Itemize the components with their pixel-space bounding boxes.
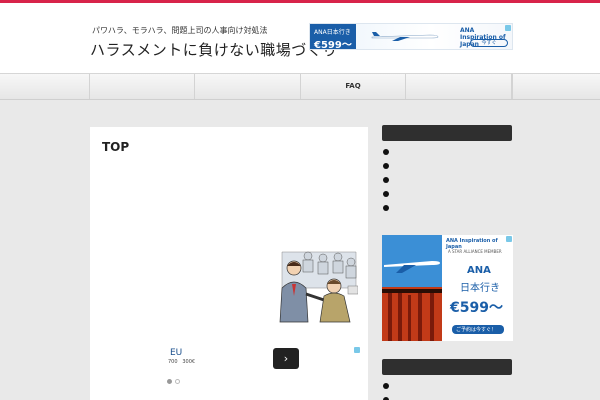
inline-ad-price-1: 700 xyxy=(168,359,178,365)
nav-item-5[interactable] xyxy=(511,74,513,99)
bullet-icon xyxy=(383,149,389,155)
sidebar-ad-cta[interactable]: ご予約は今すぐ！ xyxy=(456,326,496,333)
inline-ad-prices: 700 300€ xyxy=(168,359,195,365)
page-title: TOP xyxy=(102,140,130,154)
carousel-dots xyxy=(167,369,183,388)
header-banner-ad[interactable]: ANA日本行き €599～ ANA Inspiration of Japan 今… xyxy=(309,23,513,50)
nav-item-1[interactable] xyxy=(89,74,194,99)
inline-carousel-ad[interactable]: EU 700 300€ › xyxy=(152,345,360,384)
header-ad-price-panel: ANA日本行き €599～ xyxy=(310,24,356,50)
sidebar-banner-ad[interactable]: ANA Inspiration of Japan A STAR ALLIANCE… xyxy=(382,235,513,341)
sidebar-ad-alliance: A STAR ALLIANCE MEMBER xyxy=(448,249,502,254)
carousel-next-button[interactable]: › xyxy=(273,348,299,369)
header-ad-line2: €599～ xyxy=(314,40,352,50)
carousel-dot-1[interactable] xyxy=(167,379,172,384)
ad-choices-icon[interactable] xyxy=(505,25,511,31)
sidebar-ad-price: €599～ xyxy=(450,300,503,316)
inline-ad-price-2: 300€ xyxy=(182,359,196,365)
site-header: パワハラ、モラハラ、問題上司の人事向け対処法 ハラスメントに負けない職場づくり … xyxy=(0,3,600,73)
site-title[interactable]: ハラスメントに負けない職場づくり xyxy=(90,39,338,60)
bullet-icon xyxy=(383,383,389,389)
airplane-icon xyxy=(371,32,439,41)
global-nav: FAQ xyxy=(0,73,600,100)
nav-item-faq[interactable]: FAQ xyxy=(300,74,405,99)
header-ad-line1: ANA日本行き xyxy=(314,29,351,36)
business-meeting-illustration xyxy=(268,244,358,324)
bullet-icon xyxy=(383,163,389,169)
carousel-dot-2[interactable] xyxy=(175,379,180,384)
nav-item-2[interactable] xyxy=(194,74,300,99)
sidebar-widget-header-1 xyxy=(382,125,512,141)
sidebar-ad-line2: 日本行き xyxy=(460,283,500,294)
sidebar-ad-line1: ANA xyxy=(467,265,491,276)
nav-item-4[interactable] xyxy=(405,74,511,99)
bullet-icon xyxy=(383,191,389,197)
sidebar-widget-header-2 xyxy=(382,359,512,375)
ad-choices-icon[interactable] xyxy=(506,236,512,242)
header-ad-cta[interactable]: 今すぐ xyxy=(470,39,508,47)
main-content: TOP EU 700 300€ › xyxy=(90,127,368,400)
chevron-right-icon: › xyxy=(283,352,289,365)
inline-ad-label: EU xyxy=(170,348,183,358)
bullet-icon xyxy=(383,177,389,183)
ad-choices-icon[interactable] xyxy=(354,347,360,353)
site-tagline: パワハラ、モラハラ、問題上司の人事向け対処法 xyxy=(92,26,268,35)
bullet-icon xyxy=(383,205,389,211)
